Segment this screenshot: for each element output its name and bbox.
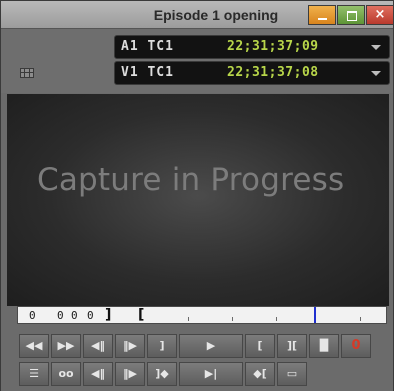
maximize-icon bbox=[338, 6, 364, 24]
timecode-track-label: A1 TC1 bbox=[121, 39, 174, 54]
rewind-button[interactable]: ◀◀ bbox=[19, 334, 49, 358]
timecode-track-label: V1 TC1 bbox=[121, 65, 174, 80]
frame-forward-button[interactable]: ‖▶ bbox=[115, 362, 145, 386]
play-button[interactable]: ▶ bbox=[179, 334, 243, 358]
clear-marks-button[interactable]: ▐▌ bbox=[309, 334, 339, 358]
go-to-in-button[interactable]: ◆[ bbox=[245, 362, 275, 386]
timecode-display-a1[interactable]: A1 TC1 22;31;37;09 bbox=[114, 35, 390, 59]
step-forward-button[interactable]: ‖▶ bbox=[115, 334, 145, 358]
timeline-tick bbox=[188, 317, 189, 321]
video-viewer: Capture in Progress bbox=[7, 94, 389, 306]
fast-forward-button[interactable]: ▶▶ bbox=[51, 334, 81, 358]
timeline-marker: 0 bbox=[29, 309, 36, 322]
timeline-tick bbox=[276, 317, 277, 321]
title-bar[interactable]: Episode 1 opening × bbox=[1, 1, 394, 29]
timeline-marker: 0 bbox=[87, 309, 94, 322]
position-bar[interactable]: 0 0 0 0 ] [ bbox=[17, 306, 387, 324]
capture-window: Episode 1 opening × A1 TC1 22;31;37;09 V… bbox=[0, 0, 394, 391]
timeline-marker: 0 bbox=[71, 309, 78, 322]
tape-button[interactable]: oo bbox=[51, 362, 81, 386]
close-button[interactable]: × bbox=[366, 5, 394, 25]
record-indicator: 0 bbox=[351, 338, 361, 353]
timeline-tick bbox=[232, 317, 233, 321]
timecode-value: 22;31;37;09 bbox=[227, 39, 319, 54]
record-button[interactable]: 0 bbox=[341, 334, 371, 358]
timecode-display-v1[interactable]: V1 TC1 22;31;37;08 bbox=[114, 61, 390, 85]
capture-status-message: Capture in Progress bbox=[37, 162, 345, 198]
go-to-end-button[interactable]: ▶| bbox=[179, 362, 243, 386]
position-indicator[interactable] bbox=[314, 307, 316, 323]
film-button[interactable]: ▭ bbox=[277, 362, 307, 386]
step-back-button[interactable]: ◀‖ bbox=[83, 334, 113, 358]
timecode-value: 22;31;37;08 bbox=[227, 65, 319, 80]
transport-controls: ◀◀ ▶▶ ◀‖ ‖▶ ] ▶ [ ][ ▐▌ 0 ☰ oo ◀‖ ‖▶ ]◆ … bbox=[1, 325, 393, 391]
timeline-marker: 0 bbox=[57, 309, 64, 322]
close-icon: × bbox=[374, 7, 386, 22]
grid-icon[interactable] bbox=[20, 68, 34, 78]
frame-back-button[interactable]: ◀‖ bbox=[83, 362, 113, 386]
chevron-down-icon[interactable] bbox=[371, 71, 381, 76]
mark-in-button[interactable]: [ bbox=[245, 334, 275, 358]
mark-in-indicator: [ bbox=[138, 307, 145, 323]
window-title: Episode 1 opening bbox=[153, 7, 279, 23]
timeline-tick bbox=[360, 317, 361, 321]
chevron-down-icon[interactable] bbox=[371, 45, 381, 50]
maximize-button[interactable] bbox=[337, 5, 365, 25]
mark-out-button[interactable]: ] bbox=[147, 334, 177, 358]
clip-list-button[interactable]: ☰ bbox=[19, 362, 49, 386]
mark-clip-button[interactable]: ][ bbox=[277, 334, 307, 358]
go-to-out-button[interactable]: ]◆ bbox=[147, 362, 177, 386]
minimize-icon bbox=[309, 6, 335, 24]
minimize-button[interactable] bbox=[308, 5, 336, 25]
mark-out-indicator: ] bbox=[105, 307, 112, 323]
